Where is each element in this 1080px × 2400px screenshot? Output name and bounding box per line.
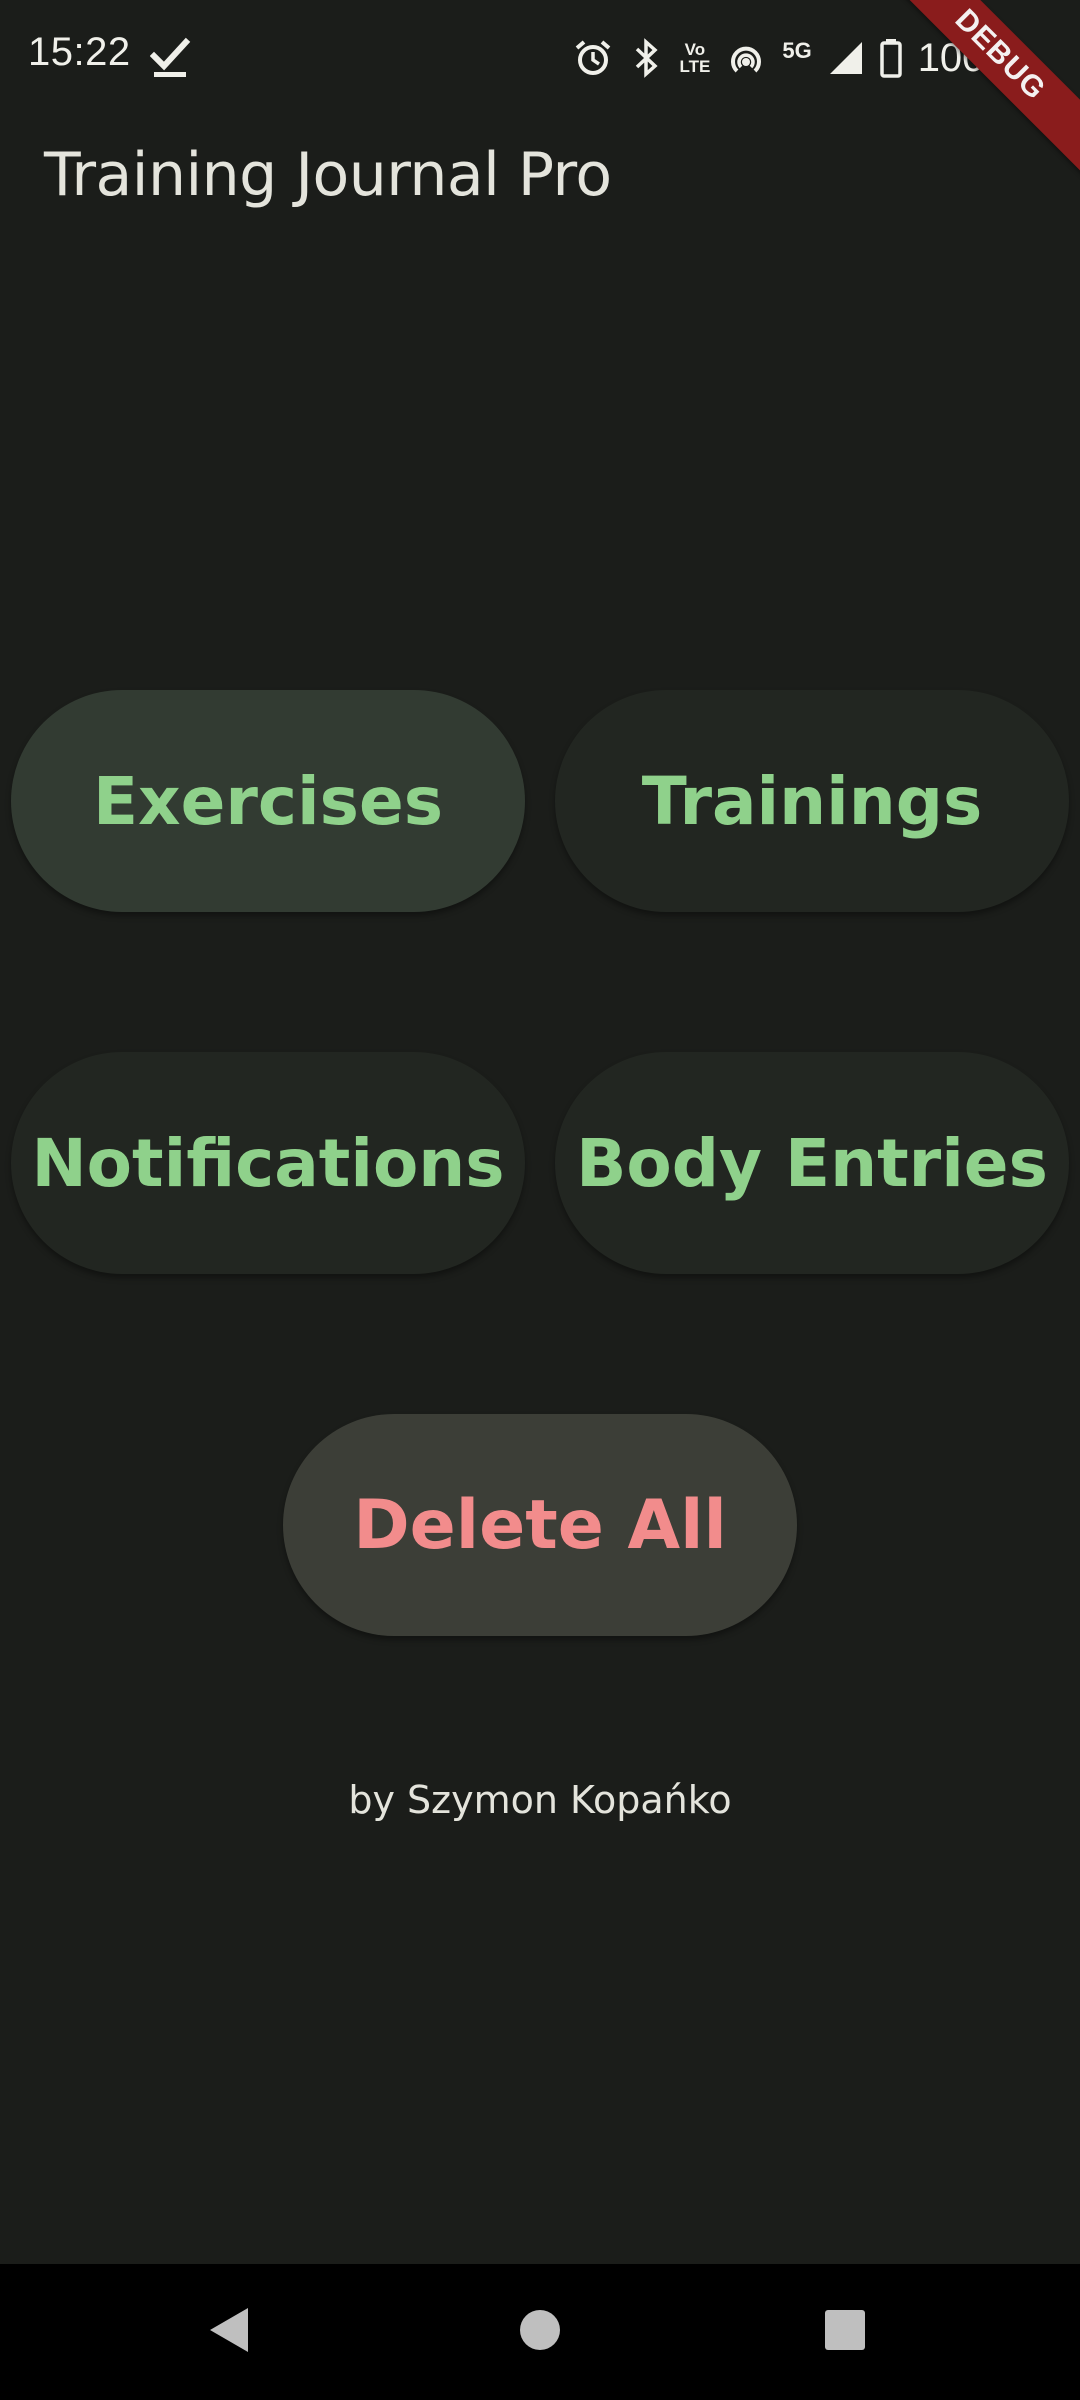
home-icon (519, 2309, 561, 2356)
system-nav-bar (0, 2264, 1080, 2400)
volte-top-text: Vo (684, 40, 706, 59)
page-title: Training Journal Pro (44, 140, 612, 210)
recents-button[interactable] (785, 2264, 905, 2400)
hotspot-icon (726, 38, 766, 78)
back-button[interactable] (170, 2264, 290, 2400)
volte-icon: Vo LTE (679, 41, 710, 75)
status-time: 15:22 (28, 30, 131, 74)
exercises-button[interactable]: Exercises (11, 690, 525, 912)
alarm-icon (573, 38, 613, 78)
home-button[interactable] (480, 2264, 600, 2400)
network-type: 5G (782, 38, 812, 63)
author-credit: by Szymon Kopańko (348, 1778, 732, 1822)
volte-bottom-text: LTE (679, 57, 711, 76)
status-bar: 15:22 Vo LTE 5G (0, 0, 1080, 116)
signal-icon (828, 40, 864, 76)
back-icon (208, 2306, 252, 2359)
bluetooth-icon (629, 38, 663, 78)
body-entries-button[interactable]: Body Entries (555, 1052, 1069, 1274)
notifications-button[interactable]: Notifications (11, 1052, 525, 1274)
battery-icon (879, 38, 902, 78)
recents-icon (824, 2309, 866, 2356)
checkmark-icon (149, 36, 192, 78)
trainings-button[interactable]: Trainings (555, 690, 1069, 912)
delete-all-button[interactable]: Delete All (283, 1414, 797, 1636)
